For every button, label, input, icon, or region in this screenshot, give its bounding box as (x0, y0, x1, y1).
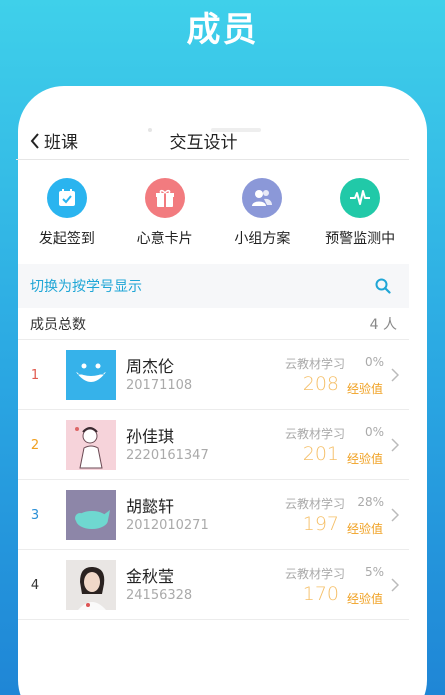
feature-group-label: 小组方案 (234, 231, 291, 247)
member-list: 1 周杰伦 20171108 云教材学习 0% 208 经验值 2 孙佳琪 22… (18, 340, 409, 620)
member-total-row: 成员总数 4 人 (18, 308, 409, 340)
member-progress-percent: 0% (364, 425, 384, 439)
pulse-monitor-icon (340, 178, 381, 218)
feature-warning[interactable]: 预警监测中 (311, 178, 409, 248)
member-score: 208 (302, 373, 339, 395)
chevron-right-icon (391, 508, 399, 522)
search-icon[interactable] (375, 278, 391, 294)
member-score: 201 (302, 443, 339, 465)
member-score-unit: 经验值 (346, 382, 383, 396)
avatar (66, 560, 116, 610)
member-progress-percent: 28% (357, 495, 384, 509)
avatar (66, 490, 116, 540)
banner-title: 成员 (186, 10, 259, 50)
member-rank: 2 (30, 438, 40, 453)
group-people-icon (242, 178, 283, 218)
chevron-right-icon (391, 438, 399, 452)
member-student-id: 20171108 (126, 378, 193, 393)
calendar-check-icon (46, 178, 87, 218)
member-student-id: 24156328 (126, 588, 193, 603)
member-rank: 3 (30, 508, 40, 523)
member-course-label: 云教材学习 (284, 357, 345, 371)
member-progress-percent: 0% (364, 355, 384, 369)
member-row[interactable]: 4 金秋莹 24156328 云教材学习 5% 170 经验值 (18, 550, 409, 620)
gift-icon (144, 178, 185, 218)
member-score-unit: 经验值 (346, 592, 383, 606)
sort-switch-label: 切换为按学号显示 (30, 279, 142, 295)
chevron-right-icon (391, 578, 399, 592)
nav-bar: 班课 交互设计 (16, 126, 409, 160)
member-score: 197 (302, 513, 339, 535)
member-name: 孙佳琪 (126, 427, 175, 446)
member-score-unit: 经验值 (346, 522, 383, 536)
sort-switch-bar[interactable]: 切换为按学号显示 (18, 264, 409, 308)
member-rank: 4 (30, 578, 40, 593)
chevron-right-icon (391, 368, 399, 382)
avatar (66, 420, 116, 470)
feature-warning-label: 预警监测中 (325, 231, 396, 247)
member-course-label: 云教材学习 (284, 567, 345, 581)
member-course-label: 云教材学习 (284, 497, 345, 511)
feature-checkin[interactable]: 发起签到 (18, 178, 116, 248)
feature-row: 发起签到 心意卡片 小组方案 预警监测中 (18, 178, 409, 248)
member-progress-percent: 5% (364, 565, 384, 579)
member-row[interactable]: 3 胡懿轩 2012010271 云教材学习 28% 197 经验值 (18, 480, 409, 550)
member-course-label: 云教材学习 (284, 427, 345, 441)
member-rank: 1 (30, 368, 40, 383)
member-row[interactable]: 2 孙佳琪 2220161347 云教材学习 0% 201 经验值 (18, 410, 409, 480)
member-total-label: 成员总数 (30, 316, 86, 333)
feature-group[interactable]: 小组方案 (214, 178, 312, 248)
member-name: 周杰伦 (126, 357, 175, 376)
member-student-id: 2012010271 (126, 518, 209, 533)
page-title: 交互设计 (169, 133, 238, 153)
member-score-unit: 经验值 (346, 452, 383, 466)
member-name: 胡懿轩 (126, 497, 175, 516)
member-name: 金秋莹 (126, 567, 175, 586)
feature-checkin-label: 发起签到 (38, 231, 95, 247)
member-total-count: 4 人 (369, 316, 397, 333)
member-score: 170 (302, 583, 339, 605)
member-row[interactable]: 1 周杰伦 20171108 云教材学习 0% 208 经验值 (18, 340, 409, 410)
member-student-id: 2220161347 (126, 448, 209, 463)
feature-card-label: 心意卡片 (136, 231, 193, 247)
avatar (66, 350, 116, 400)
feature-card[interactable]: 心意卡片 (116, 178, 214, 248)
